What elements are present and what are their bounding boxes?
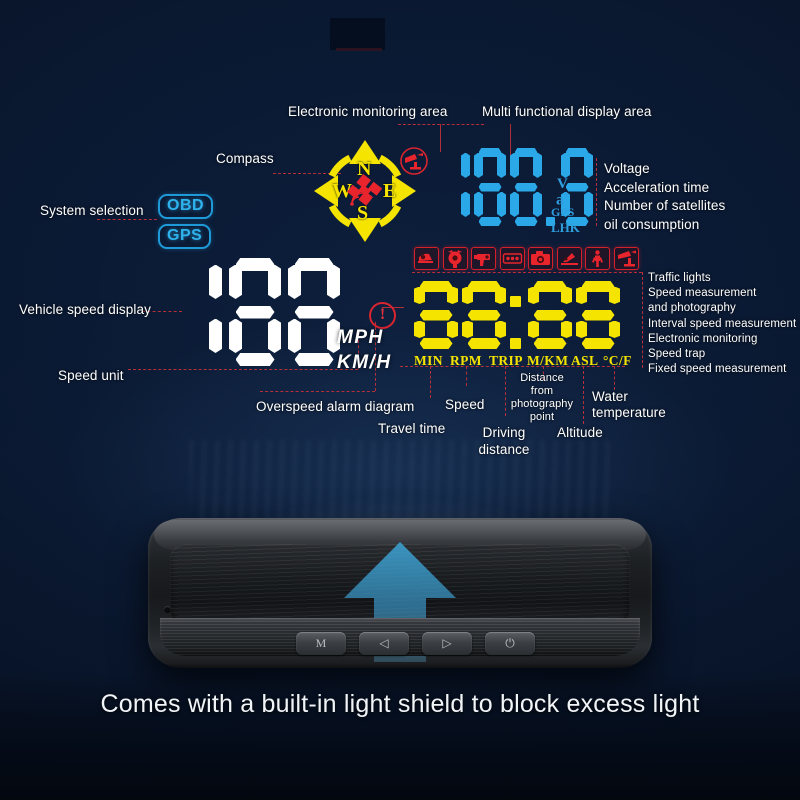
background-top-panel [330,18,385,50]
callout-dist-photo-line3: photography [510,397,574,410]
fixed-speed-measurement-icon[interactable] [613,247,639,270]
callout-vehicle-speed-display: Vehicle speed display [19,302,151,317]
unit-label-lhk: LHK [551,220,580,235]
overspeed-alarm-icon: ! [369,302,396,329]
unit-label-cf: °C/F [603,353,632,368]
unit-a-superscript: + [564,190,570,201]
leader-line-asl [583,366,584,424]
seven-segment-digit [576,281,620,349]
callout-driving-distance-line2: distance [478,441,530,457]
leader-line-overspeed [260,391,375,392]
leader-line-min [430,366,431,398]
callout-water-temperature-line2: temperature [592,405,666,421]
interval-speed-measurement-icon[interactable] [499,247,525,270]
callout-dist-photo-line2: from [530,384,554,397]
callout-multi-functional-display-area: Multi functional display area [482,104,652,119]
speed-trap-icon[interactable] [556,247,582,270]
seven-segment-digit [170,258,222,366]
callout-dist-photo-line4: point [529,410,555,423]
leader-bracket-legend-top [412,272,642,273]
seven-segment-digit [462,281,506,349]
callout-electronic-monitoring-area: Electronic monitoring area [288,104,448,119]
leader-line-cf [614,366,615,390]
system-selection-obd-pill[interactable]: OBD [158,194,214,219]
monitoring-icon-row [414,247,639,270]
speed-unit-mph: MPH [337,327,384,348]
callout-speed: Speed [445,397,485,412]
meaning-acceleration-time: Acceleration time [604,179,710,195]
seven-segment-digit [229,258,281,366]
leader-bracket-legend-right [642,272,643,368]
seven-segment-digit [474,148,506,226]
hud-device-photo: M ◁ ▷ ⏻ [148,518,652,668]
pedestrian-crossing-icon[interactable] [585,247,610,270]
callout-dist-photo-line1: Distance [520,372,564,384]
unit-label-rpm: RPM [450,353,482,368]
meaning-voltage: Voltage [604,161,650,176]
unit-label-asl: ASL [571,353,599,368]
device-button-left[interactable]: ◁ [359,632,409,655]
satellite-icon [346,173,383,206]
legend-speed-measurement: Speed measurement [648,287,757,300]
hud-product-infographic: Electronic monitoring area Multi functio… [0,0,800,800]
legend-speed-trap: Speed trap [648,347,706,360]
leader-line-electronic-monitoring [398,124,484,125]
seven-segment-digit [438,148,470,226]
camera-photography-icon[interactable] [528,247,553,270]
callout-overspeed-alarm-diagram: Overspeed alarm diagram [256,399,415,414]
meaning-number-of-satellites: Number of satellites [604,198,726,214]
device-button-m[interactable]: M [296,632,346,655]
background-top-panel-underline [336,48,382,51]
seven-segment-digit [288,258,340,366]
unit-label-trip: TRIP [489,353,523,368]
speed-unit-kmh: KM/H [337,352,392,373]
device-button-power[interactable]: ⏻ [485,632,535,655]
seven-segment-digit [510,148,542,226]
callout-water-temperature-line1: Water [592,389,629,404]
legend-and-photography: and photography [648,302,736,315]
monitoring-legend-list: Traffic lights Speed measurement and pho… [648,271,796,377]
legend-fixed-speed-measurement: Fixed speed measurement [648,363,787,376]
system-selection-gps-pill[interactable]: GPS [158,224,212,249]
callout-speed-unit: Speed unit [58,368,124,383]
electronic-monitoring-camera-icon [400,147,428,175]
unit-label-gps: GPS [551,205,575,219]
traffic-light-camera-icon[interactable] [414,247,439,270]
seven-segment-digit [528,281,572,349]
callout-driving-distance-line1: Driving [482,425,526,440]
leader-line-trip [505,366,506,416]
seven-segment-digit [414,281,458,349]
leader-line-speed-unit [128,369,358,370]
device-button-right[interactable]: ▷ [422,632,472,655]
callout-water-temperature: Water temperature [592,389,678,422]
legend-interval-speed-measurement: Interval speed measurement [648,317,797,330]
callout-system-selection: System selection [40,203,144,218]
legend-electronic-monitoring: Electronic monitoring [648,332,758,345]
speed-camera-photography-icon[interactable] [442,247,468,270]
unit-label-min: MIN [414,353,443,368]
vehicle-speed-value [170,258,347,366]
legend-traffic-lights: Traffic lights [648,272,711,284]
callout-distance-from-photography-point: Distance from photography point [508,372,576,424]
meaning-oil-consumption: oil consumption [604,216,700,232]
callout-travel-time: Travel time [378,421,446,436]
voltage-meaning-list: Voltage Acceleration time Number of sate… [604,160,725,235]
unit-label-mkm: M/KM [527,353,569,368]
callout-altitude: Altitude [557,425,603,440]
callout-driving-distance: Driving distance [473,425,535,459]
colon-separator [510,281,524,349]
multi-value-display [414,281,624,349]
page-caption: Comes with a built-in light shield to bl… [100,690,700,718]
device-side-port [164,606,171,613]
callout-compass: Compass [216,151,274,166]
leader-line-rpm [466,366,467,386]
handheld-speed-gun-icon[interactable] [471,247,496,270]
